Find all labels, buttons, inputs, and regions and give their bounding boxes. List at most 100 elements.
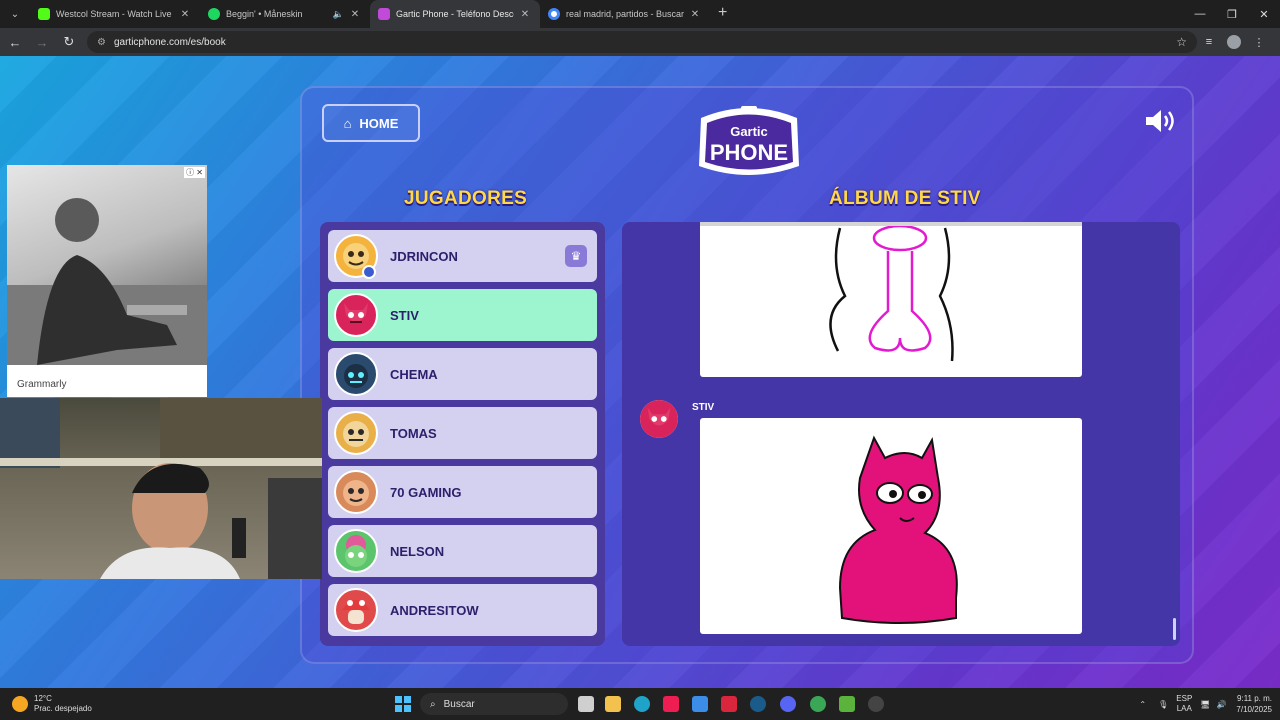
close-tab-icon[interactable]: ✕ xyxy=(688,9,702,20)
address-bar-row: ← → ↻ ⚙ garticphone.com/es/book ☆ ≡ ⋮ xyxy=(0,28,1280,56)
task-view-icon[interactable] xyxy=(578,696,594,712)
player-item[interactable]: CHEMA xyxy=(328,348,597,400)
player-item[interactable]: ANDRESITOW xyxy=(328,584,597,636)
home-button[interactable]: ⌂ HOME xyxy=(322,104,420,142)
new-tab-button[interactable]: + xyxy=(718,4,727,22)
back-icon[interactable]: ← xyxy=(3,30,27,54)
url-text: garticphone.com/es/book xyxy=(113,36,226,48)
edge-icon[interactable] xyxy=(634,696,650,712)
system-tray: ⌃ 🎙 ESP LAA 🖥 🔊 9:11 p. m. 7/10/2025 xyxy=(1139,688,1272,720)
player-name: ANDRESITOW xyxy=(390,602,479,618)
players-heading: JUGADORES xyxy=(404,188,528,209)
weather-icon xyxy=(12,696,28,712)
ad-info-icon[interactable]: ⓘ ✕ xyxy=(184,167,205,178)
discord-icon[interactable] xyxy=(780,696,796,712)
ad-photo: ⓘ ✕ xyxy=(7,165,207,365)
start-button-icon[interactable] xyxy=(395,696,411,712)
browser-tab-gartic[interactable]: Gartic Phone - Teléfono Descom ✕ xyxy=(370,0,540,28)
player-item[interactable]: NELSON xyxy=(328,525,597,577)
player-avatar xyxy=(334,529,378,573)
spotify-favicon-icon xyxy=(208,8,220,20)
reload-icon[interactable]: ↻ xyxy=(57,30,81,54)
browser-tab-google[interactable]: real madrid, partidos - Buscar co ✕ xyxy=(540,0,710,28)
home-icon: ⌂ xyxy=(343,115,352,131)
microphone-icon[interactable]: 🎙 xyxy=(1158,700,1168,709)
gartic-phone-logo: Gartic PHONE xyxy=(699,106,799,175)
temperature: 12°C xyxy=(34,694,52,703)
media-controls-icon[interactable]: ≡ xyxy=(1197,30,1221,54)
player-avatar xyxy=(334,352,378,396)
app-red-icon[interactable] xyxy=(721,696,737,712)
tray-overflow-icon[interactable]: ⌃ xyxy=(1139,700,1146,709)
tiktok-icon[interactable] xyxy=(663,696,679,712)
close-window-icon[interactable]: ✕ xyxy=(1248,0,1280,28)
close-tab-icon[interactable]: ✕ xyxy=(348,9,362,20)
home-button-label: HOME xyxy=(359,115,399,131)
players-list: JDRINCON ♛ STIV CHEMA TOMAS 70 GAMING NE… xyxy=(320,222,605,646)
weather-widget[interactable]: 12°C Prac. despejado xyxy=(12,694,92,714)
player-avatar xyxy=(334,293,378,337)
sound-toggle-icon[interactable] xyxy=(1144,108,1178,134)
menu-kebab-icon[interactable]: ⋮ xyxy=(1247,30,1271,54)
player-name: 70 GAMING xyxy=(390,484,462,500)
taskbar-search[interactable]: ⌕ Buscar xyxy=(420,693,568,715)
ad-label: Grammarly xyxy=(17,379,67,390)
player-item[interactable]: 70 GAMING xyxy=(328,466,597,518)
file-explorer-icon[interactable] xyxy=(605,696,621,712)
clock-date: 7/10/2025 xyxy=(1236,705,1272,714)
bookmark-star-icon[interactable]: ☆ xyxy=(1176,35,1187,49)
search-placeholder: Buscar xyxy=(443,698,475,710)
obs-icon[interactable] xyxy=(868,696,884,712)
forward-icon[interactable]: → xyxy=(30,30,54,54)
audio-playing-icon[interactable]: 🔈 xyxy=(333,9,344,20)
tab-title: Beggin' • Måneskin xyxy=(226,9,303,19)
player-name: JDRINCON xyxy=(390,248,458,264)
store-icon[interactable] xyxy=(692,696,708,712)
player-name: NELSON xyxy=(390,543,445,559)
browser-tab-westcol[interactable]: Westcol Stream - Watch Live on ✕ xyxy=(30,0,200,28)
minecraft-icon[interactable] xyxy=(839,696,855,712)
album-drawing-current xyxy=(700,418,1082,634)
volume-icon[interactable]: 🔊 xyxy=(1216,700,1226,709)
browser-tab-bar: ⌄ Westcol Stream - Watch Live on ✕ Beggi… xyxy=(0,0,1280,28)
player-avatar xyxy=(334,411,378,455)
player-item[interactable]: STIV xyxy=(328,289,597,341)
player-name: TOMAS xyxy=(390,425,437,441)
google-favicon-icon xyxy=(548,8,560,20)
url-field[interactable]: ⚙ garticphone.com/es/book ☆ xyxy=(87,31,1197,53)
network-icon[interactable]: 🖥 xyxy=(1200,700,1210,709)
page-viewport: ⌂ HOME Gartic PHONE JUGADORES ÁLBUM DE S… xyxy=(0,56,1280,688)
player-item[interactable]: JDRINCON ♛ xyxy=(328,230,597,282)
player-avatar xyxy=(334,470,378,514)
clock[interactable]: 9:11 p. m. 7/10/2025 xyxy=(1236,693,1272,715)
tab-title: Gartic Phone - Teléfono Descom xyxy=(396,9,514,19)
browser-tab-spotify[interactable]: Beggin' • Måneskin 🔈 ✕ xyxy=(200,0,370,28)
minimize-icon[interactable]: — xyxy=(1184,0,1216,28)
player-avatar xyxy=(334,588,378,632)
album-heading: ÁLBUM DE STIV xyxy=(829,188,981,209)
tab-search-button[interactable]: ⌄ xyxy=(4,4,26,24)
album-panel[interactable]: STIV xyxy=(622,222,1180,646)
album-scrollbar[interactable] xyxy=(1173,618,1176,640)
language-code: ESP xyxy=(1176,694,1193,703)
profile-avatar-icon[interactable] xyxy=(1227,35,1241,49)
close-tab-icon[interactable]: ✕ xyxy=(518,9,532,20)
entry-author-name: STIV xyxy=(692,402,715,413)
site-info-icon[interactable]: ⚙ xyxy=(97,37,106,48)
logo-top-text: Gartic xyxy=(730,124,768,139)
close-tab-icon[interactable]: ✕ xyxy=(178,9,192,20)
host-crown-icon: ♛ xyxy=(565,245,587,267)
you-badge-icon xyxy=(362,265,376,279)
advertisement[interactable]: ⓘ ✕ Grammarly xyxy=(7,165,207,397)
keyboard-layout: LAA xyxy=(1176,704,1192,713)
language-indicator[interactable]: ESP LAA xyxy=(1176,694,1192,714)
tab-title: Westcol Stream - Watch Live on xyxy=(56,9,174,19)
entry-author-avatar xyxy=(640,400,678,438)
player-name: CHEMA xyxy=(390,366,438,382)
player-item[interactable]: TOMAS xyxy=(328,407,597,459)
chrome-icon[interactable] xyxy=(810,696,826,712)
clock-time: 9:11 p. m. xyxy=(1237,694,1272,703)
restore-icon[interactable]: ❐ xyxy=(1216,0,1248,28)
window-controls: — ❐ ✕ xyxy=(1184,0,1280,28)
steam-icon[interactable] xyxy=(750,696,766,712)
